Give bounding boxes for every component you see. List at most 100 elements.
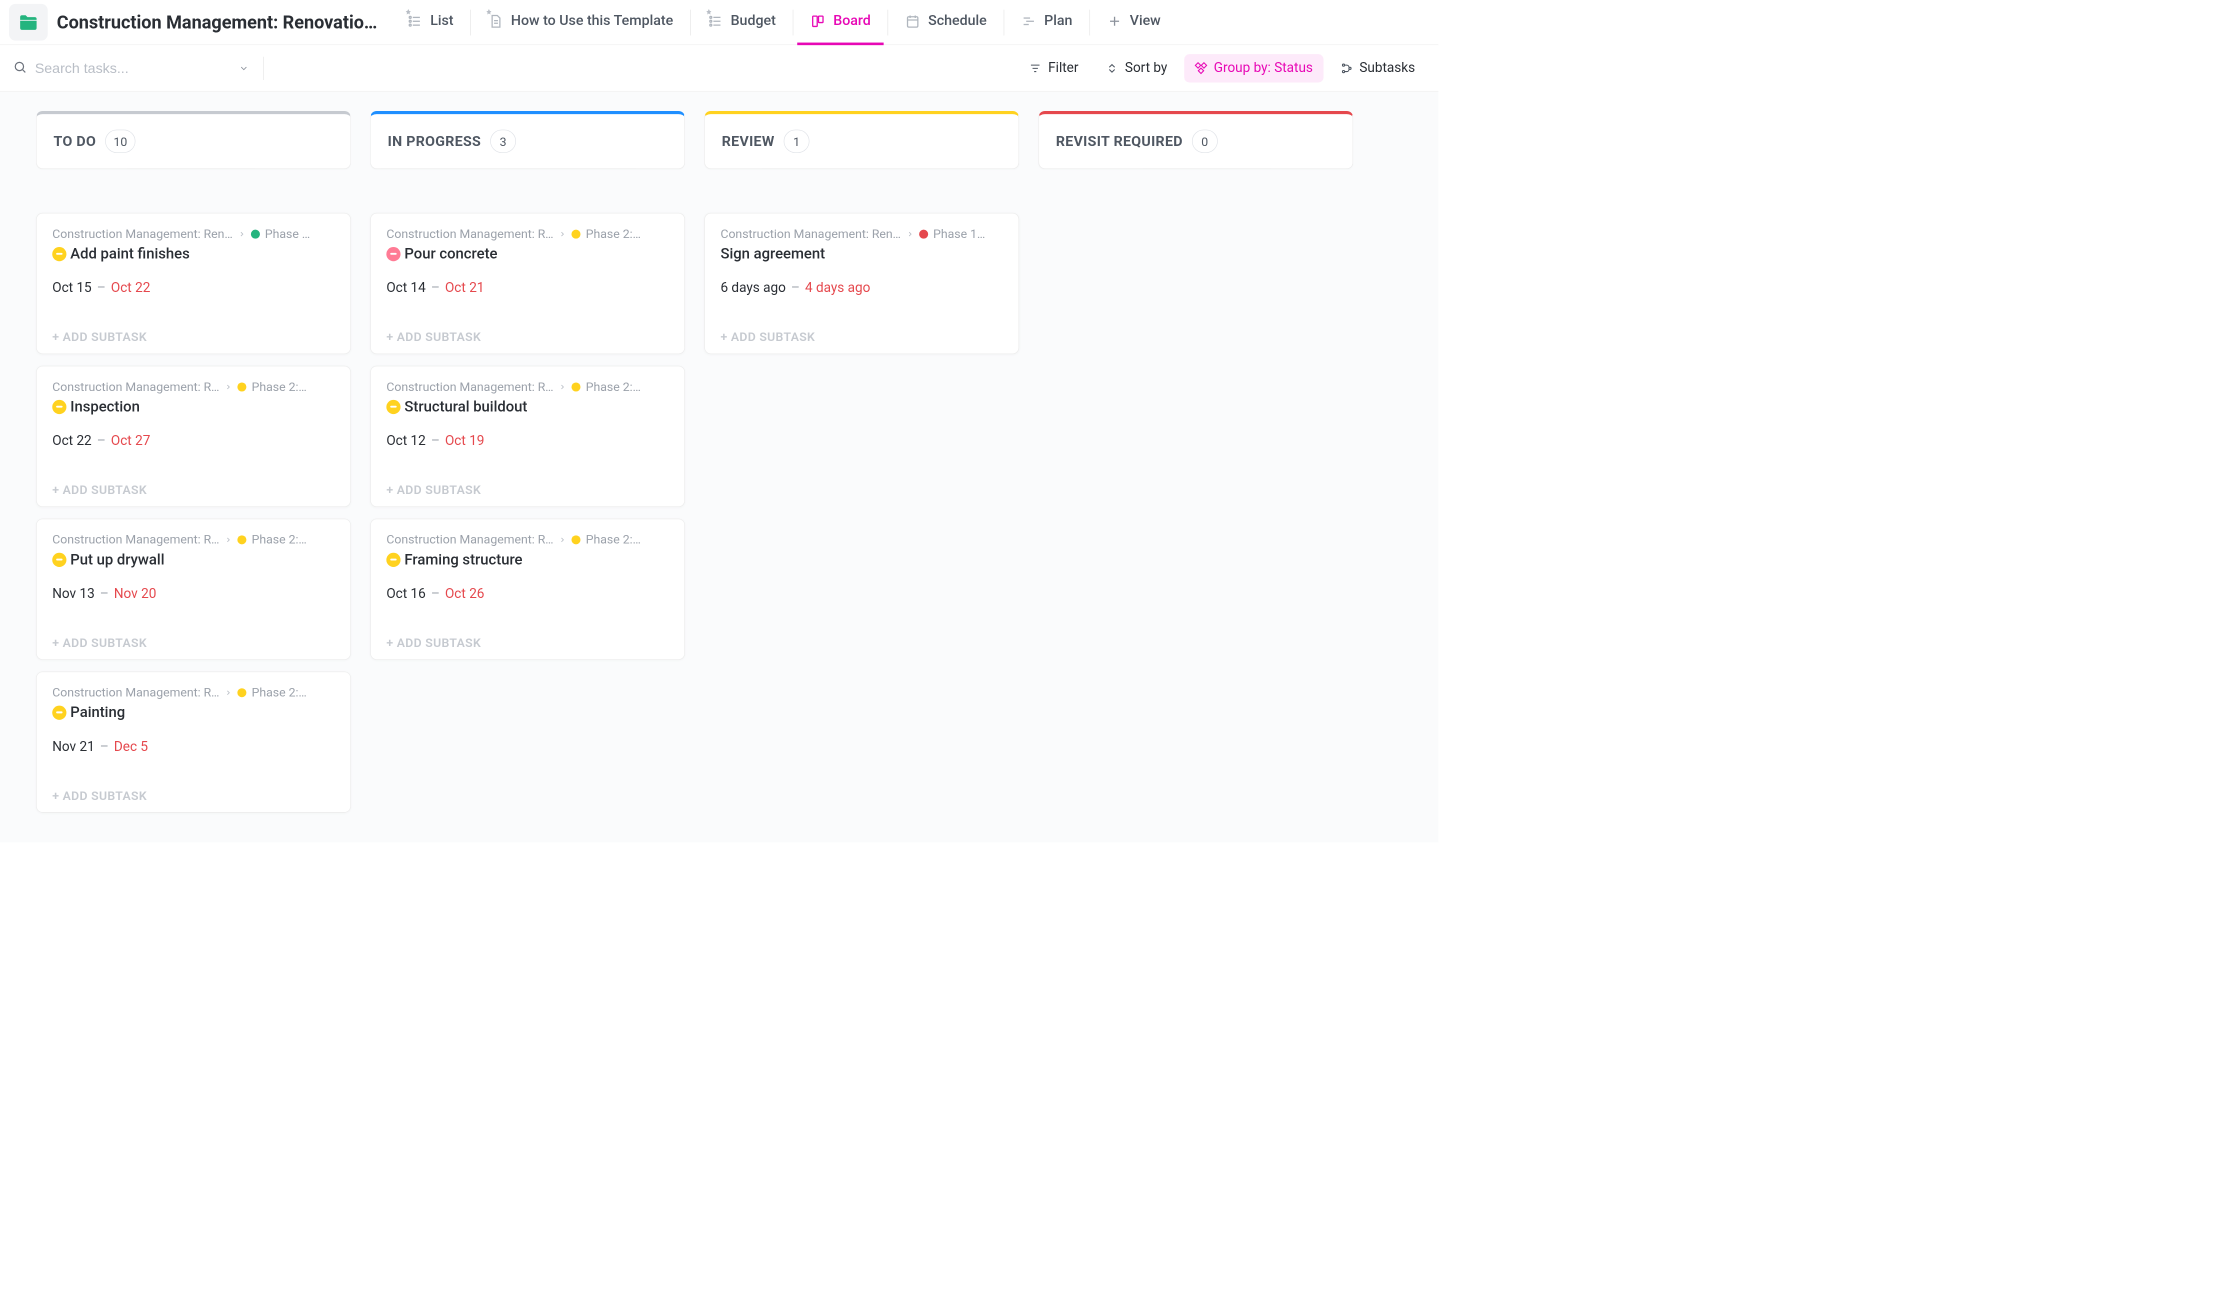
priority-icon[interactable] [386,552,400,566]
dates[interactable]: Oct 14–Oct 21 [386,281,669,296]
add-subtask-button[interactable]: + ADD SUBTASK [52,477,335,497]
group-icon [1194,62,1207,75]
date-start: Oct 16 [386,586,425,601]
cards: Construction Management: Ren…Phase … Add … [36,213,351,813]
date-end: Dec 5 [114,739,148,754]
task-card[interactable]: Construction Management: R…Phase 2:… Put … [36,519,351,660]
breadcrumb-phase: Phase 2:… [586,379,641,394]
chevron-right-icon [559,230,567,238]
priority-icon[interactable] [386,247,400,261]
column-header[interactable]: IN PROGRESS3 [370,111,685,169]
phase-dot-icon [572,229,581,238]
dates[interactable]: Nov 21–Dec 5 [52,739,335,754]
add-subtask-button[interactable]: + ADD SUBTASK [386,630,669,650]
date-sep: – [100,586,109,601]
column-name: IN PROGRESS [388,133,481,149]
tab-label: Plan [1044,13,1072,29]
breadcrumb[interactable]: Construction Management: R…Phase 2:… [52,379,335,394]
plus-icon [1107,13,1122,28]
breadcrumb-project: Construction Management: R… [386,226,553,241]
breadcrumb[interactable]: Construction Management: Ren…Phase 1… [720,226,1003,241]
dates[interactable]: Oct 22–Oct 27 [52,433,335,448]
chevron-right-icon [906,230,914,238]
column-header[interactable]: REVIEW1 [704,111,1019,169]
tab-view[interactable]: View [1094,0,1174,45]
subtasks-button[interactable]: Subtasks [1330,54,1426,82]
sort-button[interactable]: Sort by [1095,54,1177,82]
breadcrumb-phase: Phase 2:… [252,532,307,547]
group-value: Status [1274,60,1313,75]
search-dropdown-button[interactable] [233,58,254,79]
tab-how-to-use-this-template[interactable]: How to Use this Template [475,0,686,45]
title-row: Sign agreement [720,245,1003,262]
breadcrumb[interactable]: Construction Management: R…Phase 2:… [52,532,335,547]
task-title: Add paint finishes [70,245,189,262]
task-card[interactable]: Construction Management: R…Phase 2:…Fram… [370,519,685,660]
dates[interactable]: Oct 15–Oct 22 [52,281,335,296]
priority-icon[interactable] [52,247,66,261]
add-subtask-button[interactable]: + ADD SUBTASK [52,783,335,803]
page-title[interactable]: Construction Management: Renovatio… [57,12,378,33]
task-card[interactable]: Construction Management: Ren…Phase … Add … [36,213,351,354]
breadcrumb[interactable]: Construction Management: R…Phase 2:… [386,226,669,241]
board-icon [810,13,825,28]
date-sep: – [431,433,440,448]
priority-icon[interactable] [52,705,66,719]
dates[interactable]: Nov 13–Nov 20 [52,586,335,601]
date-sep: – [97,281,106,296]
search-input[interactable] [27,60,233,77]
search-icon [13,60,27,77]
separator [1089,9,1090,35]
priority-icon[interactable] [52,552,66,566]
add-subtask-button[interactable]: + ADD SUBTASK [52,630,335,650]
column-count: 10 [105,130,136,153]
priority-icon[interactable] [386,400,400,414]
group-by-button[interactable]: Group by: Status [1184,54,1323,82]
folder-icon-button[interactable] [9,4,48,41]
task-card[interactable]: Construction Management: R…Phase 2:… Insp… [36,366,351,507]
tab-list[interactable]: List [394,0,466,45]
breadcrumb-project: Construction Management: R… [386,379,553,394]
breadcrumb[interactable]: Construction Management: R…Phase 2:… [52,685,335,700]
task-card[interactable]: Construction Management: R…Phase 2:…Pain… [36,671,351,812]
column-count: 1 [784,130,810,153]
date-start: Oct 15 [52,281,91,296]
task-card[interactable]: Construction Management: R…Phase 2:… Pour… [370,213,685,354]
task-card[interactable]: Construction Management: Ren…Phase 1… Sig… [704,213,1019,354]
dates[interactable]: Oct 12–Oct 19 [386,433,669,448]
title-row: Inspection [52,398,335,415]
tab-plan[interactable]: Plan [1008,0,1085,45]
date-start: Nov 21 [52,739,94,754]
phase-dot-icon [572,535,581,544]
topbar: Construction Management: Renovatio… List… [0,0,1438,45]
task-card[interactable]: Construction Management: R…Phase 2:…Stru… [370,366,685,507]
date-sep: – [431,281,440,296]
breadcrumb-project: Construction Management: R… [52,379,219,394]
separator [690,9,691,35]
add-subtask-button[interactable]: + ADD SUBTASK [720,324,1003,344]
tab-schedule[interactable]: Schedule [892,0,1000,45]
add-subtask-button[interactable]: + ADD SUBTASK [386,477,669,497]
breadcrumb[interactable]: Construction Management: Ren…Phase … [52,226,335,241]
breadcrumb[interactable]: Construction Management: R… Phase 2:… [386,379,669,394]
separator [1004,9,1005,35]
add-subtask-button[interactable]: + ADD SUBTASK [386,324,669,344]
breadcrumb[interactable]: Construction Management: R…Phase 2:… [386,532,669,547]
add-subtask-button[interactable]: + ADD SUBTASK [52,324,335,344]
dates[interactable]: Oct 16–Oct 26 [386,586,669,601]
column-header[interactable]: TO DO10 [36,111,351,169]
phase-dot-icon [237,688,246,697]
toolbar-right: Filter Sort by Group by: Status Subtasks [1019,54,1426,82]
date-end: Oct 21 [445,281,484,296]
tab-board[interactable]: Board [797,0,884,45]
date-start: Oct 12 [386,433,425,448]
title-row: Put up drywall [52,551,335,568]
date-end: Nov 20 [114,586,156,601]
column-header[interactable]: REVISIT REQUIRED0 [1038,111,1353,169]
title-row: Add paint finishes [52,245,335,262]
title-row: Pour concrete [386,245,669,262]
tab-budget[interactable]: Budget [694,0,788,45]
dates[interactable]: 6 days ago–4 days ago [720,281,1003,296]
priority-icon[interactable] [52,400,66,414]
filter-button[interactable]: Filter [1019,54,1089,82]
